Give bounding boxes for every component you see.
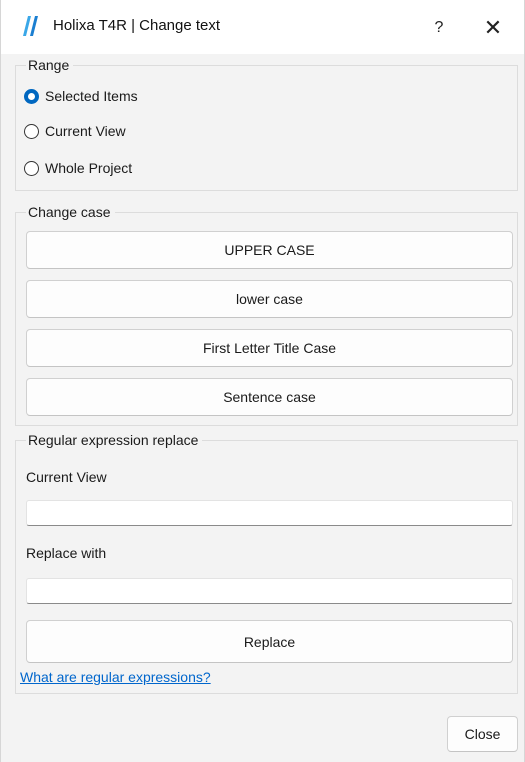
radio-button[interactable] <box>24 123 39 139</box>
radio-whole-project[interactable]: Whole Project <box>24 157 132 179</box>
upper-case-button[interactable]: UPPER CASE <box>26 231 513 269</box>
find-label: Current View <box>26 469 107 485</box>
find-input[interactable] <box>26 500 513 526</box>
window-title: Holixa T4R | Change text <box>53 17 221 34</box>
close-button[interactable]: Close <box>447 716 518 752</box>
radio-label: Current View <box>45 123 126 139</box>
sentence-case-button[interactable]: Sentence case <box>26 378 513 416</box>
radio-button-checked[interactable] <box>24 88 39 104</box>
radio-button[interactable] <box>24 160 39 176</box>
regex-help-link[interactable]: What are regular expressions? <box>20 669 211 685</box>
lower-case-button[interactable]: lower case <box>26 280 513 318</box>
regex-replace-group: Regular expression replace Current View … <box>15 432 518 694</box>
title-case-button[interactable]: First Letter Title Case <box>26 329 513 367</box>
change-text-dialog: Holixa T4R | Change text ? ✕ Range Selec… <box>0 0 525 762</box>
replace-input[interactable] <box>26 578 513 604</box>
holixa-logo-icon <box>23 16 38 36</box>
replace-button[interactable]: Replace <box>26 620 513 663</box>
radio-current-view[interactable]: Current View <box>24 120 126 142</box>
radio-label: Whole Project <box>45 160 133 176</box>
radio-label: Selected Items <box>45 88 138 104</box>
close-icon[interactable]: ✕ <box>471 8 515 48</box>
help-icon[interactable]: ? <box>417 8 461 48</box>
title-bar[interactable]: Holixa T4R | Change text ? ✕ <box>1 0 524 54</box>
radio-selected-items[interactable]: Selected Items <box>24 85 138 107</box>
range-group-title: Range <box>26 57 74 73</box>
replace-with-label: Replace with <box>26 545 107 561</box>
range-group: Range Selected Items Current View Whole … <box>15 57 518 191</box>
change-case-group-title: Change case <box>26 204 115 220</box>
change-case-group: Change case UPPER CASE lower case First … <box>15 204 518 426</box>
regex-group-title: Regular expression replace <box>26 432 203 448</box>
